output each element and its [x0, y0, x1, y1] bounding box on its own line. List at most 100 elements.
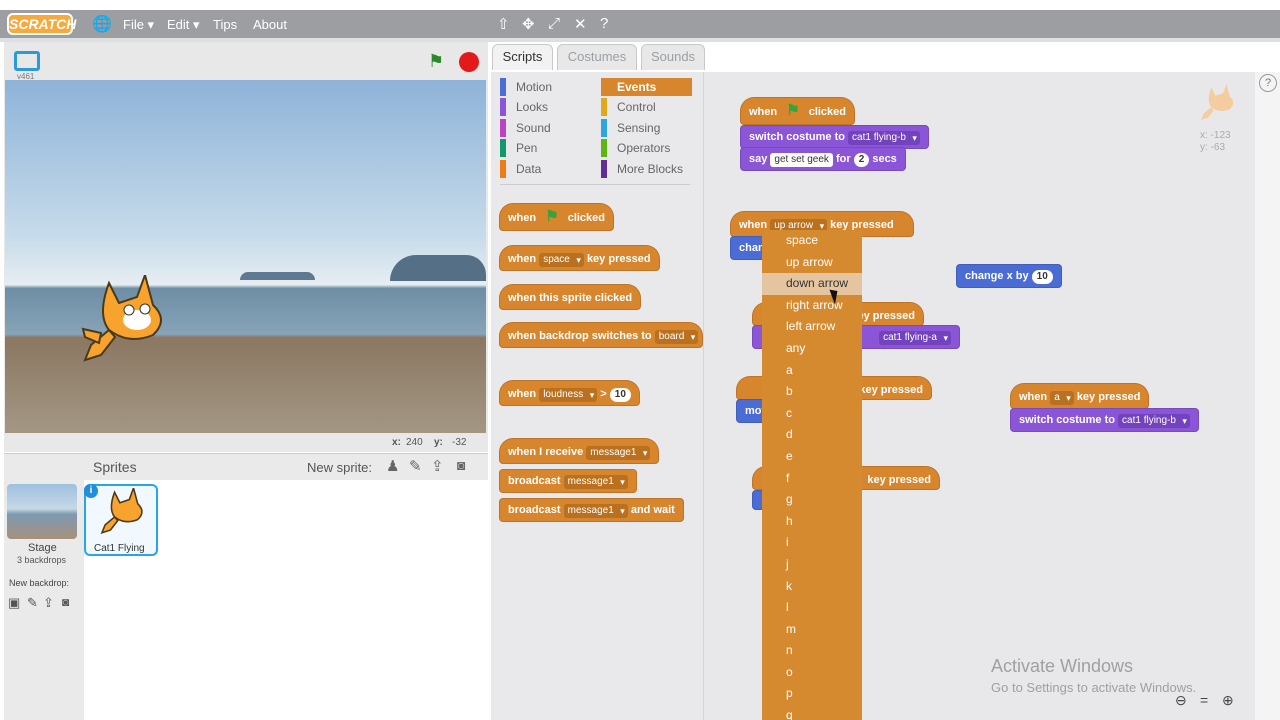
sprites-title: Sprites	[93, 459, 137, 475]
broadcast-block[interactable]: broadcast message1	[499, 469, 637, 493]
option-f[interactable]: f	[762, 468, 862, 490]
tab-scripts[interactable]: Scripts	[492, 44, 553, 70]
option-a[interactable]: a	[762, 360, 862, 382]
menu-about[interactable]: About	[253, 17, 287, 32]
costume-dropdown[interactable]: cat1 flying-b	[848, 131, 920, 145]
cat-sprite[interactable]	[79, 275, 171, 370]
say-secs-input[interactable]: 2	[853, 153, 870, 167]
key-dropdown[interactable]: space	[539, 253, 584, 267]
option-p[interactable]: p	[762, 683, 862, 705]
globe-icon[interactable]: 🌐	[92, 14, 112, 34]
loudness-value[interactable]: 10	[609, 388, 631, 402]
tab-sounds[interactable]: Sounds	[641, 44, 705, 70]
broadcast-wait-message-dropdown[interactable]: message1	[563, 504, 628, 518]
info-icon[interactable]: i	[84, 484, 98, 498]
script-switch-costume[interactable]: switch costume to cat1 flying-b	[740, 125, 929, 149]
menu-tips[interactable]: Tips	[213, 17, 237, 32]
delete-icon[interactable]: ✥	[522, 15, 535, 33]
option-h[interactable]: h	[762, 511, 862, 533]
category-motion[interactable]: Motion	[500, 78, 590, 96]
option-k[interactable]: k	[762, 576, 862, 598]
option-down-arrow[interactable]: down arrow	[762, 273, 862, 295]
option-any[interactable]: any	[762, 338, 862, 360]
tab-costumes[interactable]: Costumes	[557, 44, 637, 70]
option-c[interactable]: c	[762, 403, 862, 425]
menu-file[interactable]: File ▾	[123, 17, 154, 33]
help-icon[interactable]: ?	[600, 15, 608, 32]
category-events[interactable]: Events	[601, 78, 692, 96]
costume-dropdown-3[interactable]: cat1 flying-b	[1118, 414, 1190, 428]
camera-icon[interactable]: ◙	[457, 457, 465, 473]
stage-canvas[interactable]	[5, 80, 486, 433]
option-m[interactable]: m	[762, 619, 862, 641]
option-up-arrow[interactable]: up arrow	[762, 252, 862, 274]
category-operators[interactable]: Operators	[601, 139, 692, 157]
a-key-dropdown[interactable]: a	[1050, 391, 1074, 405]
costume-dropdown-2[interactable]: cat1 flying-a	[879, 331, 951, 345]
script-when-flag-clicked[interactable]: when ⚑ clicked	[740, 97, 856, 125]
option-space[interactable]: space	[762, 230, 862, 252]
when-loudness-block[interactable]: when loudness > 10	[499, 380, 640, 406]
zoom-in-icon[interactable]: ⊕	[1222, 692, 1234, 709]
category-control[interactable]: Control	[601, 98, 692, 116]
when-key-pressed-block[interactable]: when space key pressed	[499, 245, 660, 271]
upload-icon[interactable]: ⇪	[431, 457, 444, 475]
secs-label: secs	[872, 153, 897, 165]
backdrop-camera-icon[interactable]: ◙	[62, 595, 69, 609]
zoom-out-icon[interactable]: ⊖	[1175, 692, 1187, 709]
script-switch-costume-3[interactable]: switch costume to cat1 flying-b	[1010, 408, 1199, 432]
stop-icon[interactable]	[459, 52, 479, 72]
option-b[interactable]: b	[762, 381, 862, 403]
grow-icon[interactable]: ⤢	[548, 15, 560, 32]
category-sensing[interactable]: Sensing	[601, 119, 692, 137]
script-change-partial[interactable]: cham	[730, 236, 766, 260]
message-dropdown[interactable]: message1	[586, 446, 651, 460]
option-o[interactable]: o	[762, 662, 862, 684]
category-data[interactable]: Data	[500, 160, 590, 178]
broadcast-message-dropdown[interactable]: message1	[563, 475, 628, 489]
sprite-library-icon[interactable]: ♟	[386, 457, 399, 475]
option-q[interactable]: q	[762, 705, 862, 720]
stage-thumbnail[interactable]	[7, 484, 77, 539]
category-more-blocks[interactable]: More Blocks	[601, 160, 692, 178]
change-x-input[interactable]: 10	[1031, 270, 1053, 284]
category-looks[interactable]: Looks	[500, 98, 590, 116]
loudness-dropdown[interactable]: loudness	[539, 388, 598, 402]
menu-edit[interactable]: Edit ▾	[167, 17, 200, 33]
option-g[interactable]: g	[762, 489, 862, 511]
option-l[interactable]: l	[762, 597, 862, 619]
green-flag-icon[interactable]: ⚑	[428, 51, 444, 72]
script-change-x[interactable]: change x by 10	[956, 264, 1062, 288]
option-i[interactable]: i	[762, 532, 862, 554]
option-n[interactable]: n	[762, 640, 862, 662]
when-i-receive-block[interactable]: when I receive message1	[499, 438, 660, 464]
category-sound[interactable]: Sound	[500, 119, 590, 137]
script-say-for-secs[interactable]: say get set geek for 2 secs	[740, 147, 906, 171]
when-sprite-clicked-block[interactable]: when this sprite clicked	[499, 284, 642, 310]
script-when-a-key-pressed[interactable]: when a key pressed	[1010, 383, 1150, 409]
scrollbar[interactable]	[1255, 72, 1280, 720]
when-flag-clicked-block[interactable]: when ⚑ clicked	[499, 203, 615, 231]
duplicate-icon[interactable]: ⇧	[497, 15, 510, 33]
category-pen[interactable]: Pen	[500, 139, 590, 157]
paint-icon[interactable]: ✎	[409, 457, 422, 475]
scratch-logo[interactable]: SCRATCH	[7, 13, 76, 35]
backdrop-upload-icon[interactable]: ⇪	[43, 595, 54, 611]
option-j[interactable]: j	[762, 554, 862, 576]
backdrop-dropdown[interactable]: board	[654, 330, 699, 344]
sprite-x-position: x: -123	[1200, 130, 1231, 141]
when-backdrop-switches-block[interactable]: when backdrop switches to board	[499, 322, 703, 348]
say-text-input[interactable]: get set geek	[770, 153, 833, 167]
option-e[interactable]: e	[762, 446, 862, 468]
help-icon[interactable]: ?	[1259, 74, 1277, 92]
option-d[interactable]: d	[762, 424, 862, 446]
activate-windows-title: Activate Windows	[991, 656, 1134, 676]
option-left-arrow[interactable]: left arrow	[762, 316, 862, 338]
backdrop-library-icon[interactable]: ▣	[8, 595, 20, 611]
backdrop-paint-icon[interactable]: ✎	[27, 595, 38, 611]
broadcast-and-wait-block[interactable]: broadcast message1 and wait	[499, 498, 684, 522]
shrink-icon[interactable]: ✕	[574, 15, 587, 33]
fullscreen-icon[interactable]	[14, 51, 40, 71]
option-right-arrow[interactable]: right arrow	[762, 295, 862, 317]
zoom-reset-icon[interactable]: =	[1200, 692, 1208, 708]
